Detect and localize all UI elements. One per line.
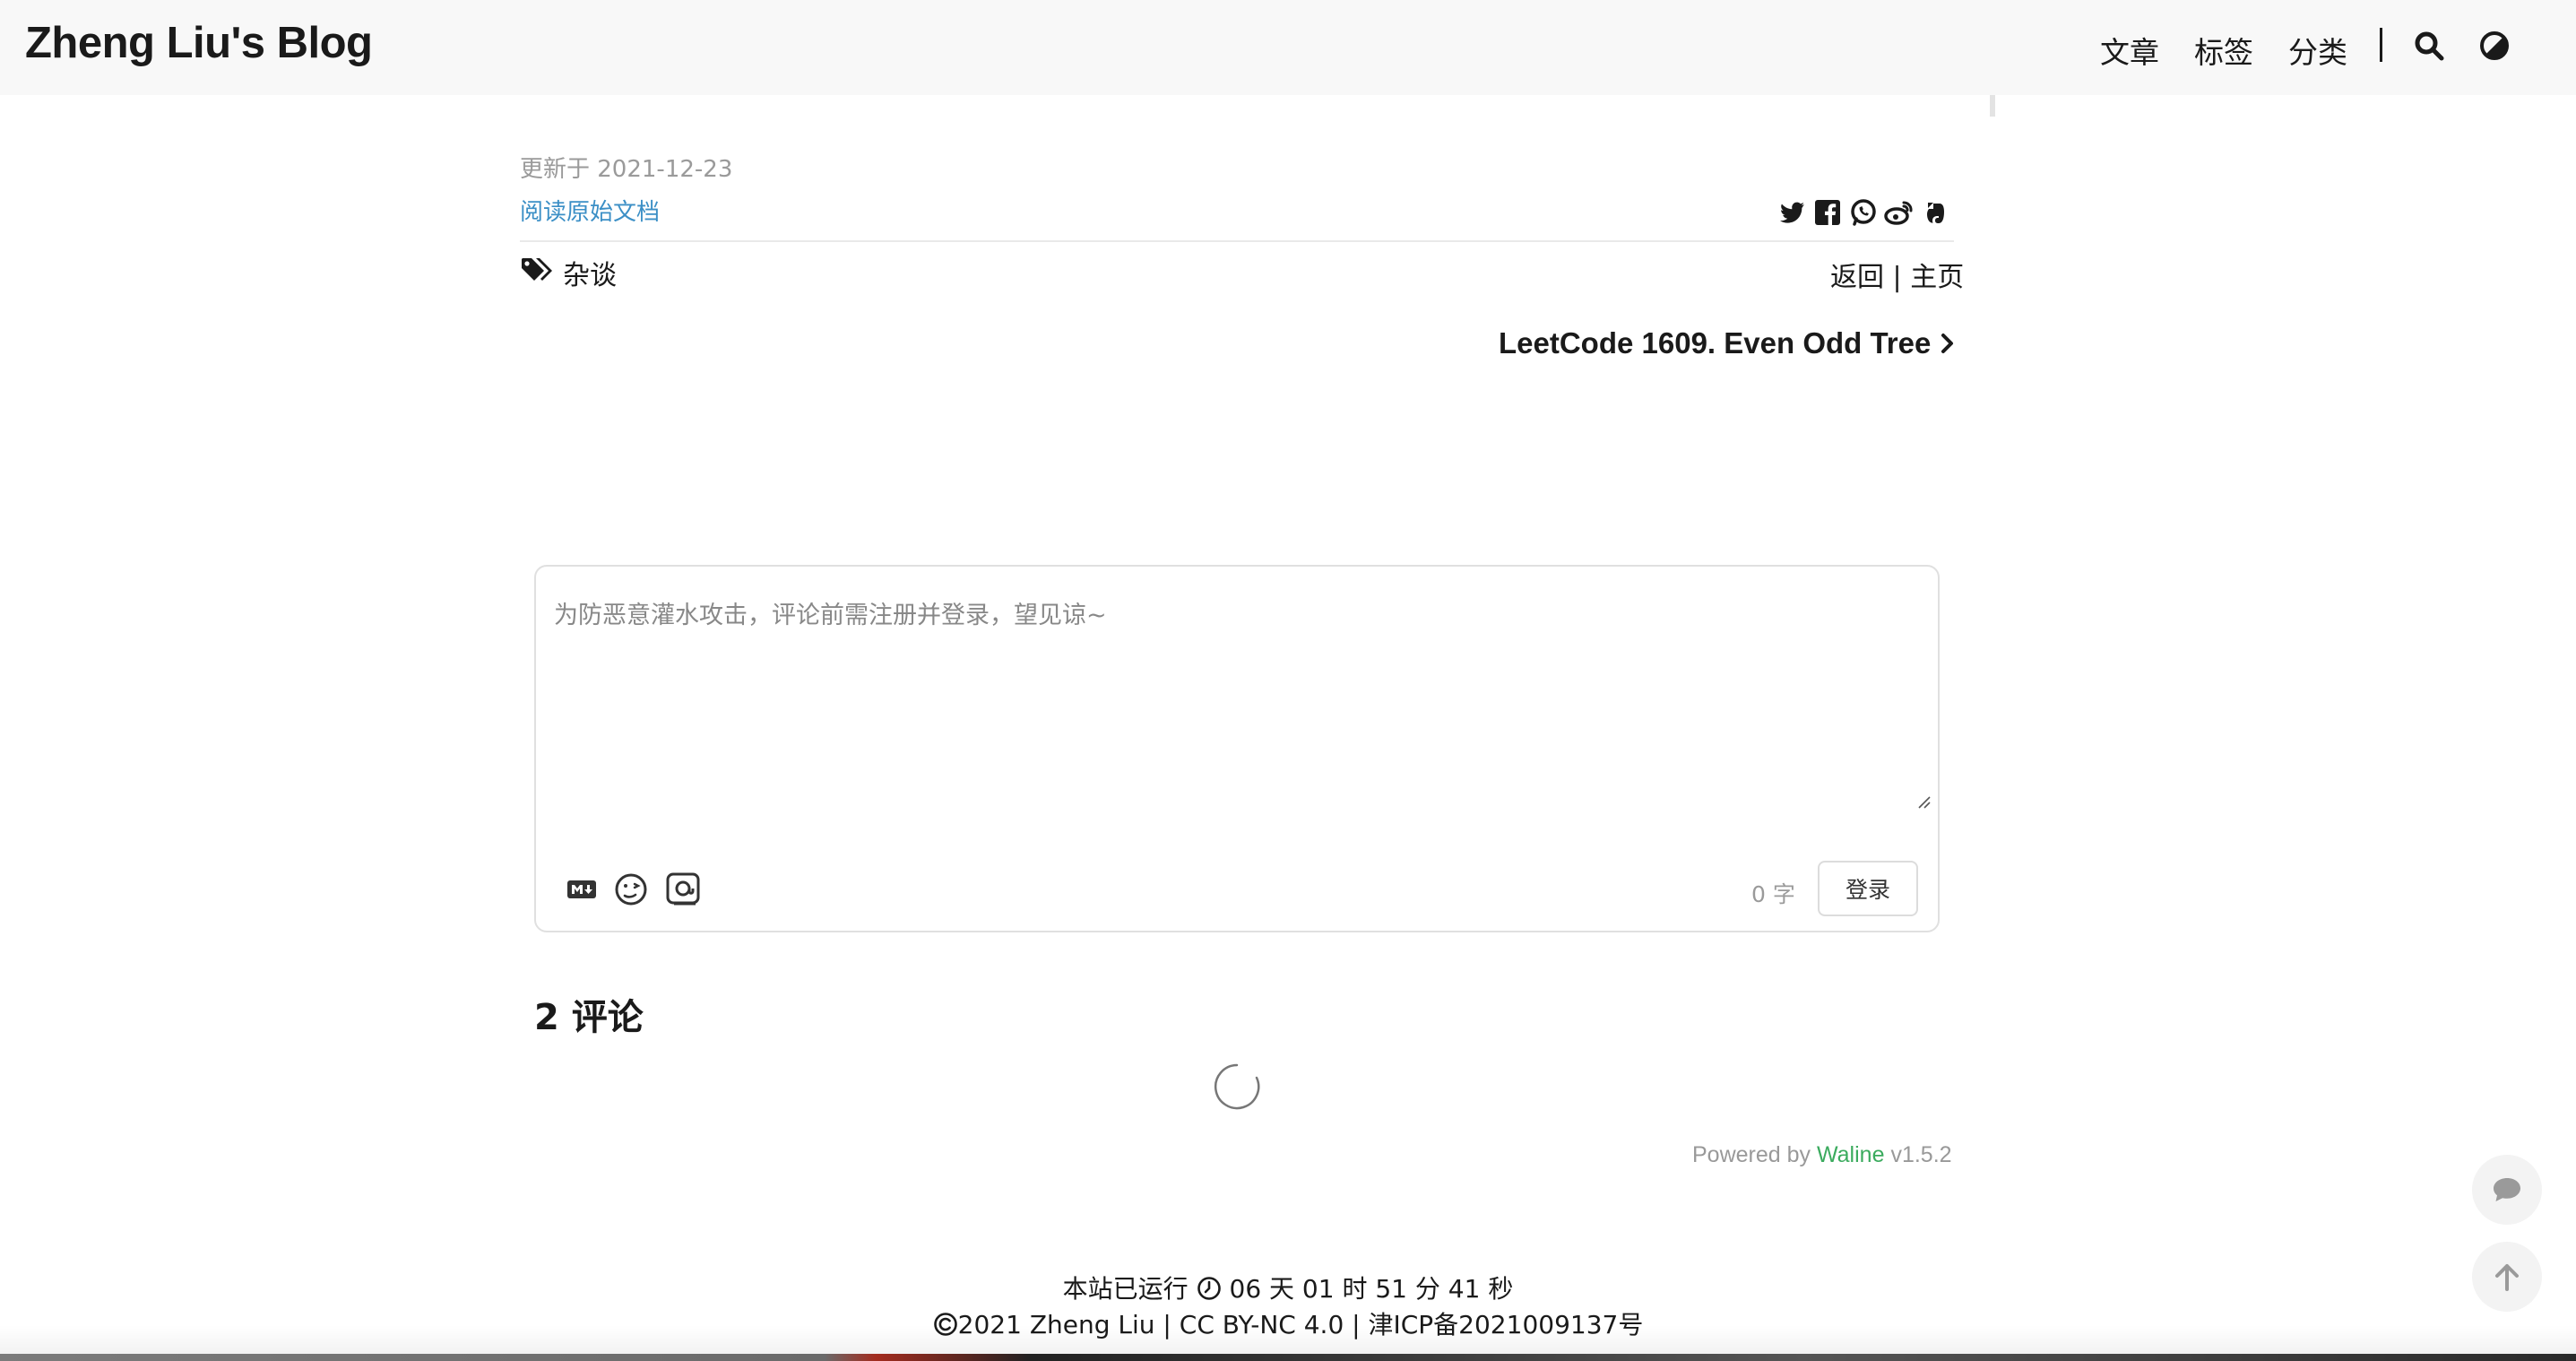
share-icons	[1776, 197, 1950, 228]
comment-input[interactable]	[552, 594, 1923, 809]
theme-toggle-icon[interactable]	[2479, 30, 2510, 65]
read-original-link[interactable]: 阅读原始文档	[520, 194, 660, 227]
search-icon[interactable]	[2413, 30, 2445, 66]
comment-count: 2 评论	[534, 997, 644, 1038]
nav-categories[interactable]: 分类	[2288, 29, 2347, 72]
comment-editor: 0 字 登录	[534, 565, 1940, 932]
loading-spinner-icon	[1212, 1062, 1262, 1116]
nav-articles[interactable]: 文章	[2100, 29, 2159, 72]
waline-version: v1.5.2	[1890, 1142, 1952, 1167]
emoji-icon[interactable]	[613, 871, 649, 912]
tag-chat[interactable]: 杂谈	[563, 253, 617, 292]
facebook-icon[interactable]	[1812, 197, 1843, 228]
bottom-strip	[0, 1354, 2576, 1361]
next-post-link[interactable]: LeetCode 1609. Even Odd Tree	[1499, 326, 1956, 360]
twitter-icon[interactable]	[1776, 197, 1807, 228]
word-count-value: 0	[1751, 881, 1766, 907]
powered-by: Powered by Waline v1.5.2	[1692, 1142, 1952, 1168]
tags-icon	[520, 256, 554, 290]
comment-tools	[566, 871, 701, 912]
word-count-unit: 字	[1772, 881, 1795, 907]
weibo-icon[interactable]	[1884, 197, 1915, 228]
image-icon[interactable]	[665, 871, 701, 912]
site-brand[interactable]: Zheng Liu's Blog	[25, 18, 373, 68]
scrollbar-thumb[interactable]	[1990, 95, 1995, 117]
back-home: 返回 | 主页	[1830, 255, 1964, 294]
nav-divider	[2380, 28, 2382, 62]
evernote-icon[interactable]	[1920, 197, 1950, 228]
waline-link[interactable]: Waline	[1817, 1142, 1885, 1167]
site-runtime: 本站已运行 06 天 01 时 51 分 41 秒	[0, 1270, 2576, 1307]
nav-tags[interactable]: 标签	[2194, 29, 2253, 72]
navbar: Zheng Liu's Blog 文章 标签 分类	[0, 0, 2576, 95]
home-link[interactable]: 主页	[1910, 262, 1964, 293]
next-post-title: LeetCode 1609. Even Odd Tree	[1499, 326, 1932, 360]
updated-date: 更新于 2021-12-23	[520, 156, 733, 183]
post-tags: 杂谈	[520, 253, 617, 292]
comment-float-button[interactable]	[2472, 1155, 2542, 1225]
divider-line	[520, 240, 1954, 242]
runtime-prefix: 本站已运行	[1062, 1274, 1189, 1304]
powered-prefix: Powered by	[1692, 1142, 1811, 1167]
comment-icon	[2494, 1178, 2520, 1201]
resize-grip-icon[interactable]	[1916, 794, 1931, 813]
back-link[interactable]: 返回	[1830, 262, 1884, 293]
word-count: 0 字	[1751, 877, 1795, 909]
runtime-value: 06 天 01 时 51 分 41 秒	[1229, 1274, 1514, 1304]
markdown-icon[interactable]	[566, 879, 597, 905]
whatsapp-icon[interactable]	[1848, 197, 1879, 228]
chevron-right-icon	[1941, 334, 1954, 353]
bottom-shade	[0, 1325, 2576, 1354]
link-separator: |	[1892, 262, 1902, 293]
clock-icon	[1197, 1276, 1222, 1307]
login-button[interactable]: 登录	[1818, 861, 1918, 916]
